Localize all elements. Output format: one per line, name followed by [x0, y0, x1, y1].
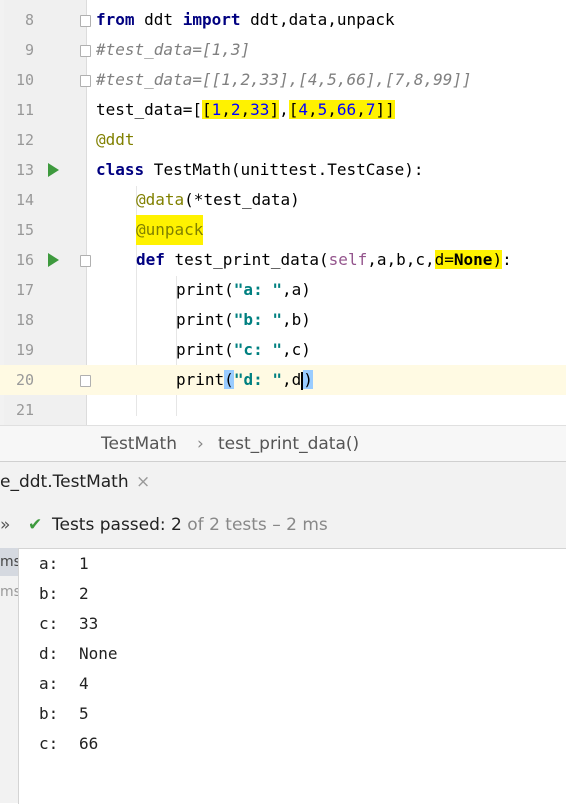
console-line: c: 66: [39, 734, 99, 753]
check-icon: ✔: [28, 515, 43, 535]
line-number: 14: [15, 191, 34, 209]
run-tab[interactable]: e_ddt.TestMath: [0, 462, 129, 502]
code-line[interactable]: 14 @data(*test_data): [0, 185, 566, 215]
code-text[interactable]: from ddt import ddt,data,unpack: [96, 5, 395, 35]
line-number: 21: [15, 401, 34, 419]
console-line: b: 5: [39, 704, 89, 723]
console-line: a: 4: [39, 674, 89, 693]
console-line: d: None: [39, 644, 118, 663]
code-text[interactable]: print("b: ",b): [176, 305, 311, 335]
code-line[interactable]: 13 class TestMath(unittest.TestCase):: [0, 155, 566, 185]
run-test-icon[interactable]: [48, 253, 59, 267]
code-line-current[interactable]: 20 print("d: ",d): [0, 365, 566, 395]
run-tool-window: e_ddt.TestMath × » ✔ Tests passed: 2 of …: [0, 461, 566, 804]
code-editor[interactable]: 8 from ddt import ddt,data,unpack 9 #tes…: [0, 0, 566, 425]
code-line[interactable]: 12 @ddt: [0, 125, 566, 155]
line-number: 8: [24, 11, 34, 29]
comment-text[interactable]: #test_data=[1,3]: [96, 35, 250, 65]
decorator-text[interactable]: @unpack: [136, 215, 204, 245]
fold-icon[interactable]: [80, 15, 91, 27]
code-text[interactable]: @data(*test_data): [136, 185, 300, 215]
console-output[interactable]: a: 1 b: 2 c: 33 d: None a: 4 b: 5 c: 66: [18, 548, 566, 804]
breadcrumb: TestMath › test_print_data(): [0, 425, 566, 462]
fold-icon[interactable]: [80, 45, 91, 57]
line-number: 16: [15, 251, 34, 269]
run-test-icon[interactable]: [48, 163, 59, 177]
code-text[interactable]: def test_print_data(self,a,b,c,d=None):: [136, 245, 512, 275]
code-line[interactable]: 15 @unpack: [0, 215, 566, 245]
code-line[interactable]: 9 #test_data=[1,3]: [0, 35, 566, 65]
code-line[interactable]: 17 print("a: ",a): [0, 275, 566, 305]
fold-icon[interactable]: [80, 255, 91, 267]
tests-passed-text: Tests passed: 2 of 2 tests – 2 ms: [52, 515, 328, 535]
code-text[interactable]: print("c: ",c): [176, 335, 311, 365]
code-line[interactable]: 19 print("c: ",c): [0, 335, 566, 365]
line-number: 13: [15, 161, 34, 179]
breadcrumb-method[interactable]: test_print_data(): [218, 434, 359, 454]
breadcrumb-class[interactable]: TestMath: [101, 434, 177, 454]
breadcrumb-separator: ›: [197, 434, 204, 454]
line-number: 11: [15, 101, 34, 119]
line-number: 15: [15, 221, 34, 239]
line-number: 12: [15, 131, 34, 149]
code-text[interactable]: print("a: ",a): [176, 275, 311, 305]
line-number: 19: [15, 341, 34, 359]
close-icon[interactable]: ×: [136, 462, 150, 502]
test-status-bar: » ✔ Tests passed: 2 of 2 tests – 2 ms: [0, 510, 566, 540]
line-number: 20: [15, 371, 34, 389]
code-text[interactable]: class TestMath(unittest.TestCase):: [96, 155, 424, 185]
line-number: 9: [24, 41, 34, 59]
chevron-icon[interactable]: »: [0, 510, 10, 540]
test-tree: ms ms: [0, 548, 21, 803]
code-line[interactable]: 10 #test_data=[[1,2,33],[4,5,66],[7,8,99…: [0, 65, 566, 95]
console-line: a: 1: [39, 554, 89, 573]
code-line[interactable]: 21: [0, 395, 566, 425]
fold-icon[interactable]: [80, 375, 91, 387]
fold-icon[interactable]: [80, 75, 91, 87]
line-number: 10: [15, 71, 34, 89]
line-number: 17: [15, 281, 34, 299]
code-text[interactable]: print("d: ",d): [176, 365, 313, 395]
code-line[interactable]: 16 def test_print_data(self,a,b,c,d=None…: [0, 245, 566, 275]
console-line: b: 2: [39, 584, 89, 603]
line-number: 18: [15, 311, 34, 329]
code-text[interactable]: test_data=[[1,2,33],[4,5,66,7]]: [96, 95, 395, 125]
comment-text[interactable]: #test_data=[[1,2,33],[4,5,66],[7,8,99]]: [96, 65, 472, 95]
decorator-text[interactable]: @ddt: [96, 125, 135, 155]
code-line[interactable]: 18 print("b: ",b): [0, 305, 566, 335]
code-line[interactable]: 11 test_data=[[1,2,33],[4,5,66,7]]: [0, 95, 566, 125]
console-line: c: 33: [39, 614, 99, 633]
code-line[interactable]: 8 from ddt import ddt,data,unpack: [0, 5, 566, 35]
